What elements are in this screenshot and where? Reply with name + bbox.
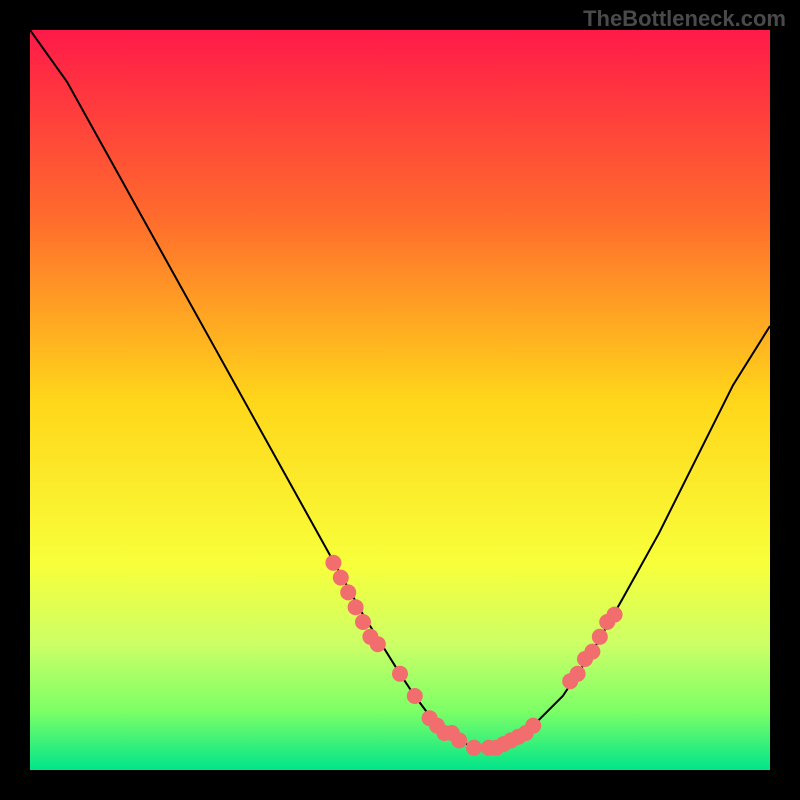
marker-dot	[592, 629, 608, 645]
marker-dot	[584, 644, 600, 660]
marker-dot	[370, 636, 386, 652]
marker-dot	[466, 740, 482, 756]
marker-dot	[355, 614, 371, 630]
marker-dot	[392, 666, 408, 682]
marker-dot	[407, 688, 423, 704]
marker-dot	[451, 732, 467, 748]
chart-svg	[30, 30, 770, 770]
marker-dot	[525, 718, 541, 734]
marker-dot	[325, 555, 341, 571]
chart-plot-area	[30, 30, 770, 770]
marker-dot	[607, 607, 623, 623]
marker-dot	[348, 599, 364, 615]
watermark-label: TheBottleneck.com	[583, 6, 786, 32]
marker-dot	[570, 666, 586, 682]
chart-background	[30, 30, 770, 770]
marker-dot	[340, 584, 356, 600]
marker-dot	[333, 570, 349, 586]
